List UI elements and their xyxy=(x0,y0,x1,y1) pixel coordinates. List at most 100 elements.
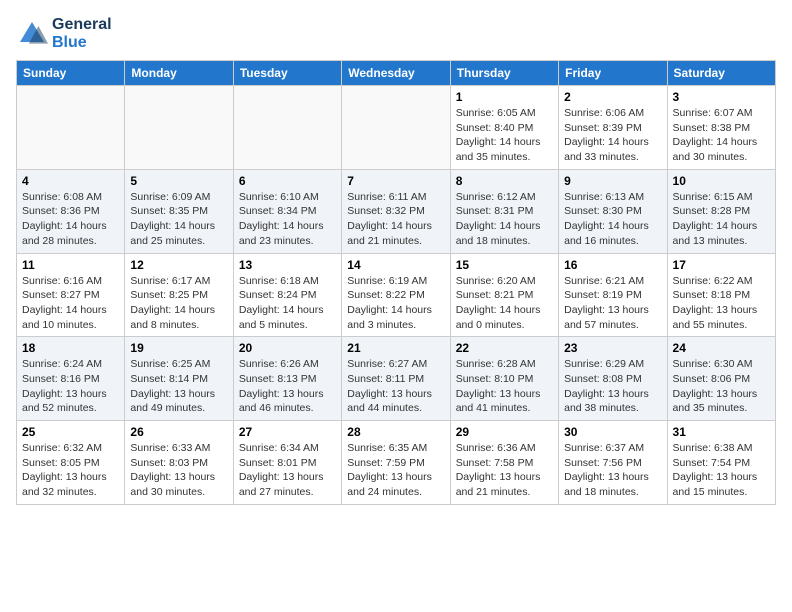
sunset-text: Sunset: 8:10 PM xyxy=(456,373,534,385)
weekday-header-thursday: Thursday xyxy=(450,61,558,86)
day-number: 25 xyxy=(22,425,119,439)
daylight-text: Daylight: 14 hours and 35 minutes. xyxy=(456,136,541,163)
sunrise-text: Sunrise: 6:32 AM xyxy=(22,442,102,454)
sunset-text: Sunset: 8:39 PM xyxy=(564,122,642,134)
sunset-text: Sunset: 8:28 PM xyxy=(673,205,751,217)
day-number: 23 xyxy=(564,341,661,355)
day-info: Sunrise: 6:15 AM Sunset: 8:28 PM Daylight:… xyxy=(673,190,770,249)
daylight-text: Daylight: 13 hours and 55 minutes. xyxy=(673,304,758,331)
day-number: 15 xyxy=(456,258,553,272)
day-info: Sunrise: 6:09 AMSunset: 8:35 PMDaylight:… xyxy=(130,190,227,249)
sunset-text: Sunset: 8:24 PM xyxy=(239,289,317,301)
page-header: General Blue xyxy=(16,16,776,52)
sunrise-text: Sunrise: 6:26 AM xyxy=(239,358,319,370)
calendar-table: SundayMondayTuesdayWednesdayThursdayFrid… xyxy=(16,60,776,505)
sunset-text: Sunset: 8:21 PM xyxy=(456,289,534,301)
weekday-header-sunday: Sunday xyxy=(17,61,125,86)
day-info: Sunrise: 6:30 AM Sunset: 8:06 PM Daylight:… xyxy=(673,357,770,416)
sunset-text: Sunset: 8:40 PM xyxy=(456,122,534,134)
weekday-header-saturday: Saturday xyxy=(667,61,775,86)
sunset-text: Sunset: 8:27 PM xyxy=(22,289,100,301)
weekday-header-friday: Friday xyxy=(559,61,667,86)
daylight-text: Daylight: 14 hours and 10 minutes. xyxy=(22,304,107,331)
daylight-text: Daylight: 14 hours and 23 minutes. xyxy=(239,220,324,247)
day-number: 24 xyxy=(673,341,770,355)
sunrise-text: Sunrise: 6:27 AM xyxy=(347,358,427,370)
day-info: Sunrise: 6:37 AMSunset: 7:56 PMDaylight:… xyxy=(564,441,661,500)
daylight-text: Daylight: 14 hours and 13 minutes. xyxy=(673,220,758,247)
day-info: Sunrise: 6:25 AMSunset: 8:14 PMDaylight:… xyxy=(130,357,227,416)
calendar-cell xyxy=(342,86,450,170)
daylight-text: Daylight: 13 hours and 41 minutes. xyxy=(456,388,541,415)
calendar-week-5: 25 Sunrise: 6:32 AM Sunset: 8:05 PM Dayligh… xyxy=(17,421,776,505)
sunrise-text: Sunrise: 6:15 AM xyxy=(673,191,753,203)
sunset-text: Sunset: 8:16 PM xyxy=(22,373,100,385)
day-info: Sunrise: 6:19 AMSunset: 8:22 PMDaylight:… xyxy=(347,274,444,333)
sunrise-text: Sunrise: 6:06 AM xyxy=(564,107,644,119)
sunrise-text: Sunrise: 6:08 AM xyxy=(22,191,102,203)
day-number: 19 xyxy=(130,341,227,355)
sunset-text: Sunset: 8:06 PM xyxy=(673,373,751,385)
sunrise-text: Sunrise: 6:30 AM xyxy=(673,358,753,370)
calendar-cell: 20Sunrise: 6:26 AMSunset: 8:13 PMDayligh… xyxy=(233,337,341,421)
calendar-cell: 24 Sunrise: 6:30 AM Sunset: 8:06 PM Dayligh… xyxy=(667,337,775,421)
day-info: Sunrise: 6:07 AMSunset: 8:38 PMDaylight:… xyxy=(673,106,770,165)
calendar-cell: 27Sunrise: 6:34 AMSunset: 8:01 PMDayligh… xyxy=(233,421,341,505)
calendar-cell: 21Sunrise: 6:27 AMSunset: 8:11 PMDayligh… xyxy=(342,337,450,421)
day-number: 31 xyxy=(673,425,770,439)
sunset-text: Sunset: 7:54 PM xyxy=(673,457,751,469)
sunset-text: Sunset: 7:58 PM xyxy=(456,457,534,469)
sunset-text: Sunset: 7:59 PM xyxy=(347,457,425,469)
day-info: Sunrise: 6:20 AMSunset: 8:21 PMDaylight:… xyxy=(456,274,553,333)
sunrise-text: Sunrise: 6:13 AM xyxy=(564,191,644,203)
calendar-cell: 9Sunrise: 6:13 AMSunset: 8:30 PMDaylight… xyxy=(559,169,667,253)
daylight-text: Daylight: 14 hours and 8 minutes. xyxy=(130,304,215,331)
daylight-text: Daylight: 13 hours and 27 minutes. xyxy=(239,471,324,498)
day-number: 1 xyxy=(456,90,553,104)
sunrise-text: Sunrise: 6:17 AM xyxy=(130,275,210,287)
calendar-cell: 25 Sunrise: 6:32 AM Sunset: 8:05 PM Dayligh… xyxy=(17,421,125,505)
daylight-text: Daylight: 13 hours and 30 minutes. xyxy=(130,471,215,498)
daylight-text: Daylight: 13 hours and 35 minutes. xyxy=(673,388,758,415)
calendar-cell: 1 Sunrise: 6:05 AMSunset: 8:40 PMDaylight… xyxy=(450,86,558,170)
daylight-text: Daylight: 14 hours and 33 minutes. xyxy=(564,136,649,163)
sunrise-text: Sunrise: 6:16 AM xyxy=(22,275,102,287)
day-info: Sunrise: 6:13 AMSunset: 8:30 PMDaylight:… xyxy=(564,190,661,249)
day-number: 3 xyxy=(673,90,770,104)
day-number: 28 xyxy=(347,425,444,439)
day-number: 30 xyxy=(564,425,661,439)
sunset-text: Sunset: 8:22 PM xyxy=(347,289,425,301)
sunset-text: Sunset: 8:05 PM xyxy=(22,457,100,469)
sunrise-text: Sunrise: 6:07 AM xyxy=(673,107,753,119)
calendar-cell: 4Sunrise: 6:08 AMSunset: 8:36 PMDaylight… xyxy=(17,169,125,253)
day-info: Sunrise: 6:08 AMSunset: 8:36 PMDaylight:… xyxy=(22,190,119,249)
sunrise-text: Sunrise: 6:10 AM xyxy=(239,191,319,203)
calendar-week-4: 18Sunrise: 6:24 AMSunset: 8:16 PMDayligh… xyxy=(17,337,776,421)
sunrise-text: Sunrise: 6:36 AM xyxy=(456,442,536,454)
day-number: 8 xyxy=(456,174,553,188)
day-info: Sunrise: 6:21 AM Sunset: 8:19 PM Daylight:… xyxy=(564,274,661,333)
sunrise-text: Sunrise: 6:20 AM xyxy=(456,275,536,287)
day-number: 27 xyxy=(239,425,336,439)
calendar-cell: 6Sunrise: 6:10 AMSunset: 8:34 PMDaylight… xyxy=(233,169,341,253)
sunrise-text: Sunrise: 6:35 AM xyxy=(347,442,427,454)
day-info: Sunrise: 6:10 AMSunset: 8:34 PMDaylight:… xyxy=(239,190,336,249)
sunset-text: Sunset: 8:18 PM xyxy=(673,289,751,301)
calendar-cell: 29Sunrise: 6:36 AMSunset: 7:58 PMDayligh… xyxy=(450,421,558,505)
sunset-text: Sunset: 8:19 PM xyxy=(564,289,642,301)
weekday-header-monday: Monday xyxy=(125,61,233,86)
daylight-text: Daylight: 13 hours and 32 minutes. xyxy=(22,471,107,498)
day-number: 29 xyxy=(456,425,553,439)
sunrise-text: Sunrise: 6:37 AM xyxy=(564,442,644,454)
calendar-cell: 31Sunrise: 6:38 AMSunset: 7:54 PMDayligh… xyxy=(667,421,775,505)
logo: General Blue xyxy=(16,16,112,52)
day-info: Sunrise: 6:11 AMSunset: 8:32 PMDaylight:… xyxy=(347,190,444,249)
day-number: 13 xyxy=(239,258,336,272)
calendar-cell: 26Sunrise: 6:33 AMSunset: 8:03 PMDayligh… xyxy=(125,421,233,505)
sunrise-text: Sunrise: 6:25 AM xyxy=(130,358,210,370)
sunrise-text: Sunrise: 6:21 AM xyxy=(564,275,644,287)
day-info: Sunrise: 6:05 AMSunset: 8:40 PMDaylight:… xyxy=(456,106,553,165)
day-number: 18 xyxy=(22,341,119,355)
daylight-text: Daylight: 13 hours and 57 minutes. xyxy=(564,304,649,331)
sunrise-text: Sunrise: 6:19 AM xyxy=(347,275,427,287)
